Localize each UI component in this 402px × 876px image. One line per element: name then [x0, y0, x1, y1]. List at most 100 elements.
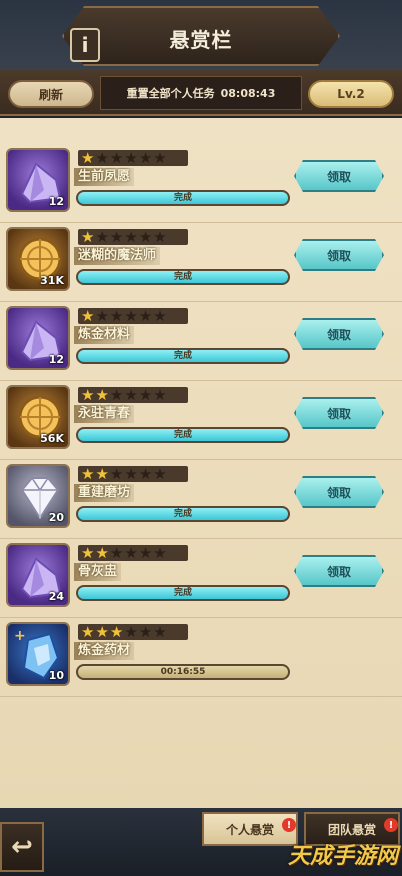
blue-crystal-icon[interactable]: + 10 [6, 622, 70, 686]
reset-timer-box: 重置全部个人任务 08:08:43 [100, 76, 302, 110]
task-list: 12 ★ ★ ★ ★ ★ ★ 生前夙愿 完成 领取 31K ★ ★ ★ ★ ★ … [0, 118, 402, 808]
gold-coin-icon[interactable]: 31K [6, 227, 70, 291]
refresh-button[interactable]: 刷新 [8, 80, 94, 108]
star-rating: ★ ★ ★ ★ ★ ★ [78, 624, 188, 640]
purple-crystal-icon[interactable]: 12 [6, 306, 70, 370]
star-icon: ★ [138, 149, 153, 167]
star-icon: ★ [81, 623, 95, 641]
purple-crystal-icon[interactable]: 24 [6, 543, 70, 607]
star-icon: ★ [95, 228, 109, 246]
star-icon: ★ [109, 386, 124, 404]
task-row: 12 ★ ★ ★ ★ ★ ★ 生前夙愿 完成 领取 [0, 144, 402, 223]
star-icon: ★ [138, 623, 153, 641]
star-icon: ★ [109, 149, 124, 167]
task-row: 20 ★ ★ ★ ★ ★ ★ 重建磨坊 完成 领取 [0, 460, 402, 539]
progress-bar: 完成 [76, 269, 290, 285]
star-icon: ★ [153, 149, 167, 167]
star-icon: ★ [95, 307, 109, 325]
progress-status: 完成 [173, 193, 192, 203]
task-name: 重建磨坊 [74, 484, 135, 502]
back-arrow-icon[interactable]: ↩ [0, 822, 44, 872]
progress-bar: 完成 [76, 348, 290, 364]
star-rating: ★ ★ ★ ★ ★ ★ [78, 545, 188, 561]
task-name: 永驻青春 [74, 405, 135, 423]
progress-timer: 00:16:55 [160, 667, 206, 677]
star-icon: ★ [109, 623, 124, 641]
reward-count: 12 [48, 195, 64, 208]
star-icon: ★ [138, 386, 153, 404]
star-rating: ★ ★ ★ ★ ★ ★ [78, 466, 188, 482]
star-icon: ★ [153, 623, 167, 641]
star-icon: ★ [81, 307, 95, 325]
star-rating: ★ ★ ★ ★ ★ ★ [78, 150, 188, 166]
star-rating: ★ ★ ★ ★ ★ ★ [78, 229, 188, 245]
task-row: 31K ★ ★ ★ ★ ★ ★ 迷糊的魔法师 完成 领取 [0, 223, 402, 302]
gold-coin-icon[interactable]: 56K [6, 385, 70, 449]
watermark: 天成手游网 [287, 844, 398, 869]
star-icon: ★ [138, 228, 153, 246]
star-rating: ★ ★ ★ ★ ★ ★ [78, 387, 188, 403]
star-icon: ★ [109, 544, 124, 562]
star-icon: ★ [124, 228, 138, 246]
star-icon: ★ [153, 386, 167, 404]
star-icon: ★ [95, 544, 109, 562]
star-icon: ★ [95, 623, 109, 641]
star-icon: ★ [153, 228, 167, 246]
page-title: 悬赏栏 [169, 28, 233, 52]
star-icon: ★ [124, 544, 138, 562]
reset-text: 重置全部个人任务 [126, 87, 215, 100]
progress-bar: 完成 [76, 427, 290, 443]
task-name: 骨灰盅 [74, 563, 122, 581]
task-row: 56K ★ ★ ★ ★ ★ ★ 永驻青春 完成 领取 [0, 381, 402, 460]
star-icon: ★ [81, 228, 95, 246]
reward-count: 10 [48, 669, 64, 682]
task-name: 炼金药材 [74, 642, 135, 660]
claim-button[interactable]: 领取 [294, 318, 384, 350]
star-icon: ★ [81, 544, 95, 562]
star-icon: ★ [153, 544, 167, 562]
info-icon[interactable]: i [70, 28, 100, 62]
reset-timer: 08:08:43 [220, 86, 276, 100]
level-badge: Lv.2 [308, 80, 394, 108]
reward-count: 24 [48, 590, 64, 603]
star-icon: ★ [124, 149, 138, 167]
progress-bar: 完成 [76, 585, 290, 601]
star-rating: ★ ★ ★ ★ ★ ★ [78, 308, 188, 324]
task-row: + 10 ★ ★ ★ ★ ★ ★ 炼金药材 00:16:55 [0, 618, 402, 697]
claim-button[interactable]: 领取 [294, 239, 384, 271]
star-icon: ★ [81, 386, 95, 404]
purple-crystal-icon[interactable]: 12 [6, 148, 70, 212]
star-icon: ★ [153, 307, 167, 325]
star-icon: ★ [109, 307, 124, 325]
claim-button[interactable]: 领取 [294, 555, 384, 587]
diamond-icon[interactable]: 20 [6, 464, 70, 528]
star-icon: ★ [138, 465, 153, 483]
task-name: 生前夙愿 [74, 168, 135, 186]
star-icon: ★ [109, 228, 124, 246]
task-row: 24 ★ ★ ★ ★ ★ ★ 骨灰盅 完成 领取 [0, 539, 402, 618]
claim-button[interactable]: 领取 [294, 160, 384, 192]
star-icon: ★ [81, 149, 95, 167]
progress-status: 完成 [173, 351, 192, 361]
progress-status: 完成 [173, 588, 192, 598]
star-icon: ★ [138, 307, 153, 325]
task-name: 迷糊的魔法师 [74, 247, 161, 265]
claim-button[interactable]: 领取 [294, 397, 384, 429]
alert-badge: ! [384, 818, 398, 832]
reward-count: 20 [48, 511, 64, 524]
progress-bar: 完成 [76, 190, 290, 206]
task-row: 12 ★ ★ ★ ★ ★ ★ 炼金材料 完成 领取 [0, 302, 402, 381]
svg-text:+: + [14, 628, 26, 644]
star-icon: ★ [109, 465, 124, 483]
star-icon: ★ [95, 149, 109, 167]
progress-status: 完成 [173, 430, 192, 440]
star-icon: ★ [95, 386, 109, 404]
reward-count: 31K [40, 274, 64, 287]
star-icon: ★ [138, 544, 153, 562]
star-icon: ★ [124, 623, 138, 641]
claim-button[interactable]: 领取 [294, 476, 384, 508]
star-icon: ★ [124, 386, 138, 404]
star-icon: ★ [124, 465, 138, 483]
reward-count: 12 [48, 353, 64, 366]
alert-badge: ! [282, 818, 296, 832]
